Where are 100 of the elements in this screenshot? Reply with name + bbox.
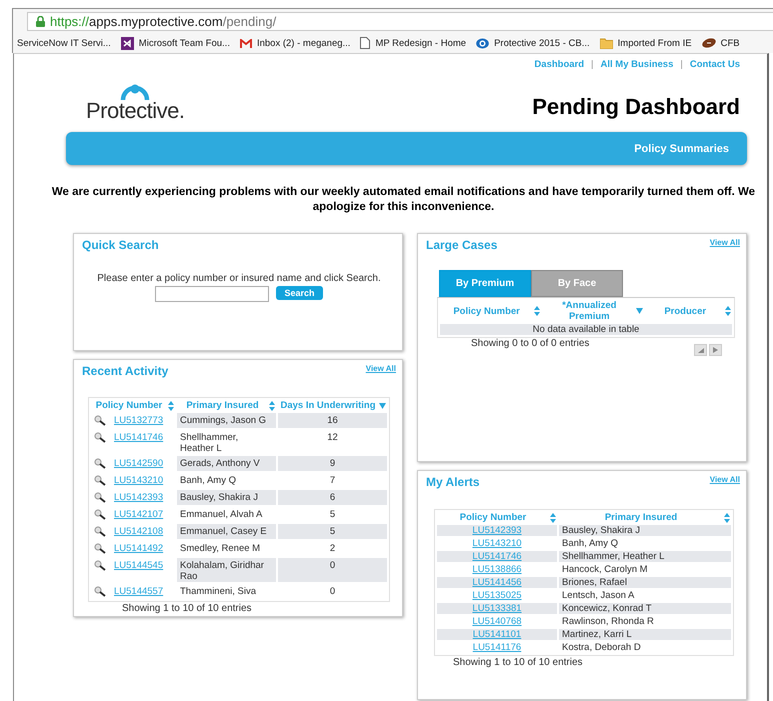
search-button[interactable]: Search <box>276 286 323 300</box>
table-cell: No data available in table <box>440 324 732 335</box>
magnifier-icon[interactable] <box>94 415 106 426</box>
table-cell: Shellhammer, Heather L <box>559 551 731 562</box>
table-cell: 5 <box>278 524 387 539</box>
policy-link[interactable]: LU5142590 <box>114 458 164 469</box>
bookmark[interactable]: MP Redesign - Home <box>360 37 466 49</box>
link-separator: | <box>591 59 594 70</box>
magnifier-icon[interactable] <box>94 432 106 443</box>
panel-title: Large Cases <box>426 238 498 252</box>
table-cell: Kolahalam, Giridhar Rao <box>177 558 276 582</box>
magnifier-icon[interactable] <box>94 458 106 469</box>
link-separator: | <box>680 59 683 70</box>
panel-title: My Alerts <box>426 475 480 489</box>
policy-link[interactable]: LU5141746 <box>114 432 164 443</box>
football-icon <box>702 38 716 48</box>
table-cell: Briones, Rafael <box>559 577 731 588</box>
magnifier-icon[interactable] <box>94 586 106 597</box>
policy-link[interactable]: LU5143210 <box>472 538 522 549</box>
page-icon <box>360 37 370 49</box>
bookmark[interactable]: ServiceNow IT Servi... <box>17 38 111 48</box>
table-info: Showing 1 to 10 of 10 entries <box>122 603 253 614</box>
table-cell: Bausley, Shakira J <box>559 525 731 536</box>
folder-icon <box>600 38 613 48</box>
bookmark[interactable]: Inbox (2) - meganeg... <box>240 38 350 48</box>
policy-link[interactable]: LU5132773 <box>114 415 164 426</box>
logo-arc-icon <box>120 84 150 100</box>
view-all-link[interactable]: View All <box>366 364 396 373</box>
table-cell: Koncewicz, Konrad T <box>559 603 731 614</box>
bookmark[interactable]: Protective 2015 - CB... <box>476 38 590 48</box>
view-all-link[interactable]: View All <box>710 475 740 484</box>
policy-link[interactable]: LU5140768 <box>472 616 522 627</box>
magnifier-icon[interactable] <box>94 543 106 554</box>
column-header[interactable]: Policy Number <box>441 306 532 316</box>
table-cell: Martinez, Karri L <box>559 629 731 640</box>
table-cell: Cummings, Jason G <box>177 413 276 428</box>
right-triangle-icon <box>713 347 718 353</box>
column-header[interactable]: Policy Number <box>92 400 166 411</box>
eye-icon <box>476 38 490 48</box>
sort-icon[interactable] <box>725 306 731 316</box>
sort-icon[interactable] <box>168 400 174 410</box>
logo: Protective. <box>86 100 184 122</box>
table-cell: Emmanuel, Casey E <box>177 524 276 539</box>
nav-link[interactable]: Contact Us <box>690 59 740 70</box>
column-header[interactable]: Producer <box>647 306 723 316</box>
table-cell: 0 <box>278 558 387 582</box>
nav-link[interactable]: Dashboard <box>534 59 584 70</box>
column-header[interactable]: *Annualized Premium <box>544 300 634 322</box>
tab[interactable]: By Premium <box>439 270 531 297</box>
policy-link[interactable]: LU5142393 <box>114 492 164 503</box>
magnifier-icon[interactable] <box>94 475 106 486</box>
table-cell: 16 <box>278 413 387 428</box>
address-field[interactable]: https://apps.myprotective.com/pending/ <box>27 12 773 31</box>
policy-link[interactable]: LU5135025 <box>472 590 522 601</box>
tab[interactable]: By Face <box>531 270 623 297</box>
mail-icon <box>240 38 252 48</box>
policy-link[interactable]: LU5141176 <box>472 642 522 653</box>
policy-link[interactable]: LU5142107 <box>114 509 164 520</box>
policy-link[interactable]: LU5141492 <box>114 543 164 554</box>
column-header[interactable]: Policy Number <box>438 512 548 523</box>
policy-link[interactable]: LU5138866 <box>472 564 522 575</box>
policy-link[interactable]: LU5142108 <box>114 526 164 537</box>
previous-page-button[interactable] <box>694 344 707 356</box>
column-header[interactable]: Primary Insured <box>560 512 722 523</box>
nav-link[interactable]: Policy Summaries <box>634 142 729 154</box>
notice-text: We are currently experiencing problems with our weekly automated email notifications and have temporarily turned them off. We apologize for this inconvenience. <box>50 185 756 215</box>
page-title: Pending Dashboard <box>532 94 740 121</box>
table-info: Showing 0 to 0 of 0 entries <box>471 338 590 351</box>
magnifier-icon[interactable] <box>94 509 106 520</box>
sort-icon[interactable] <box>724 512 730 522</box>
table-cell: Bausley, Shakira J <box>177 490 276 505</box>
search-field[interactable] <box>155 286 270 302</box>
table-info: Showing 1 to 10 of 10 entries <box>453 657 584 668</box>
policy-link[interactable]: LU5144557 <box>114 586 164 597</box>
sort-icon[interactable] <box>534 306 540 316</box>
bookmark[interactable]: Microsoft Team Fou... <box>120 36 230 50</box>
sort-desc-icon[interactable] <box>636 308 644 314</box>
lock-icon <box>36 16 45 27</box>
studio-icon <box>120 36 134 50</box>
sort-icon[interactable] <box>269 400 275 410</box>
magnifier-icon[interactable] <box>94 492 106 503</box>
sort-desc-icon[interactable] <box>379 402 386 408</box>
bookmark[interactable]: CFB <box>702 38 740 48</box>
table-cell: 6 <box>278 490 387 505</box>
table-cell: Gerads, Anthony V <box>177 456 276 471</box>
triangle-icon <box>698 348 704 352</box>
column-header[interactable]: Days In Underwriting <box>279 400 377 411</box>
sort-icon[interactable] <box>550 512 556 522</box>
magnifier-icon[interactable] <box>94 526 106 537</box>
panel-title: Quick Search <box>82 238 159 252</box>
policy-link[interactable]: LU5143210 <box>114 475 164 486</box>
nav-link[interactable]: All My Business <box>600 59 674 70</box>
column-header[interactable]: Primary Insured <box>178 400 267 411</box>
table-cell: 9 <box>278 456 387 471</box>
next-page-button[interactable] <box>709 344 722 356</box>
bookmark[interactable]: Imported From IE <box>600 38 692 48</box>
magnifier-icon[interactable] <box>94 560 106 571</box>
panel-title: Recent Activity <box>82 364 168 378</box>
policy-link[interactable]: LU5144545 <box>114 560 164 571</box>
view-all-link[interactable]: View All <box>710 238 740 247</box>
